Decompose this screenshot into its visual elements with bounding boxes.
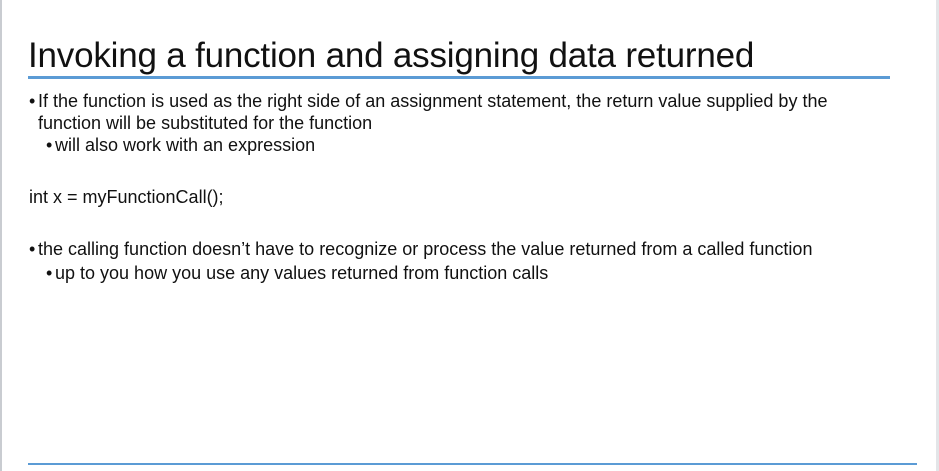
bullet-1-sub-text: will also work with an expression [55,135,316,155]
bullet-marker: • [29,239,36,259]
left-border [0,0,2,471]
slide-title: Invoking a function and assigning data r… [28,36,755,75]
bullet-1-sub: • will also work with an expression [46,134,315,156]
slide: Invoking a function and assigning data r… [0,0,939,471]
bullet-marker: • [46,263,53,283]
bullet-marker: • [29,91,36,111]
bullet-1-line-1: If the function is used as the right sid… [38,91,828,111]
title-underline [28,76,890,79]
footer-rule [28,463,917,465]
bullet-1: • If the function is used as the right si… [29,90,909,134]
bullet-marker: • [46,135,53,155]
bullet-2-sub: • up to you how you use any values return… [46,262,548,284]
bullet-2-sub-text: up to you how you use any values returne… [55,263,549,283]
bullet-2: • the calling function doesn’t have to re… [29,238,812,260]
bullet-1-line-2: function will be substituted for the fun… [38,113,373,133]
bullet-2-text: the calling function doesn’t have to rec… [38,239,813,259]
code-example: int x = myFunctionCall(); [29,187,224,207]
